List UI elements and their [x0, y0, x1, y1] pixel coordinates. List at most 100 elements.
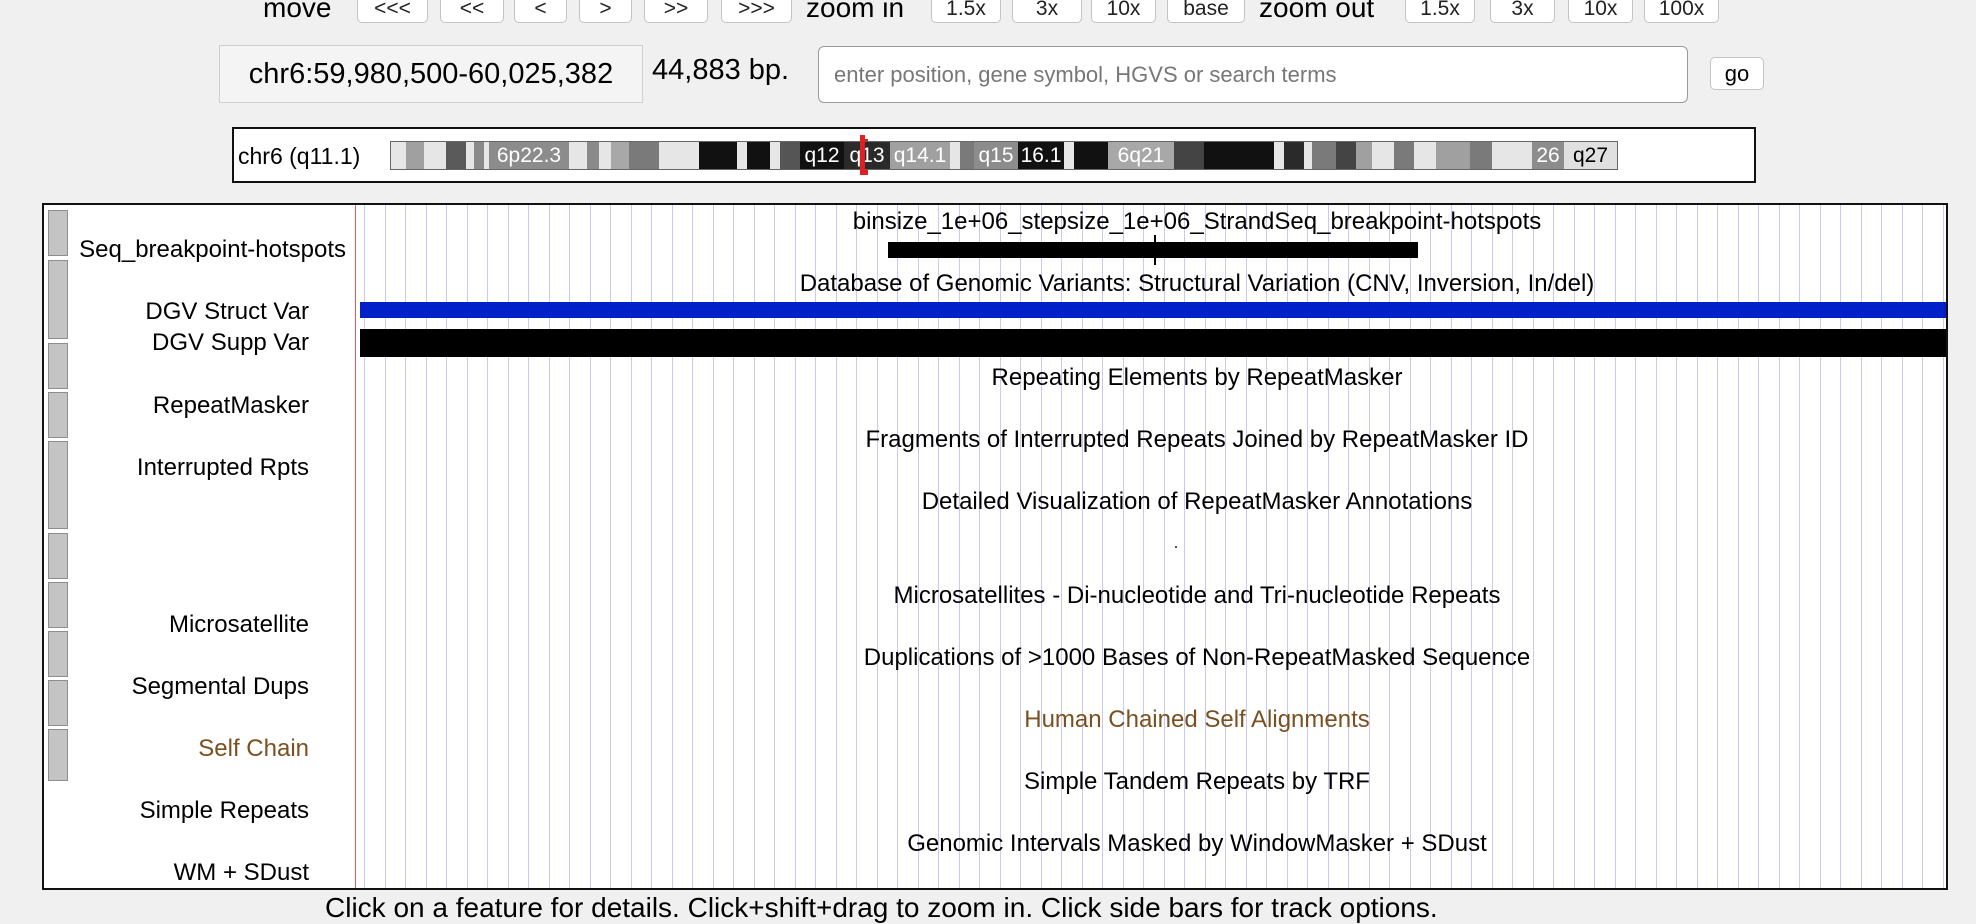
track-handle-repeatmasker[interactable] [48, 343, 68, 389]
move-far-left-button[interactable]: <<< [357, 0, 428, 23]
ideogram-band [1312, 141, 1336, 170]
centromere-marker [860, 135, 865, 175]
ideogram-band [587, 141, 599, 170]
rmviz-dot [1175, 546, 1177, 548]
move-label: move [263, 0, 332, 23]
track-title-segdups: Duplications of >1000 Bases of Non-Repea… [863, 644, 1531, 671]
zoom-out-1-5x-button[interactable]: 1.5x [1405, 0, 1475, 23]
ideogram-band [424, 141, 446, 170]
track-handle-segdups[interactable] [48, 582, 68, 628]
nav-bar: move <<< << < > >> >>> zoom in 1.5x 3x 1… [0, 0, 1976, 30]
strandseq-tick [1154, 235, 1156, 265]
ideogram-band-q12: q12 [800, 141, 844, 170]
ideogram-band [406, 141, 424, 170]
dgv-struct-feature[interactable] [360, 302, 1946, 318]
zoom-in-label: zoom in [806, 0, 905, 23]
track-panel[interactable]: binsize_1e+06_stepsize_1e+06_StrandSeq_b… [42, 203, 1948, 890]
track-label-segdups[interactable]: Segmental Dups [132, 673, 309, 701]
zoom-in-3x-button[interactable]: 3x [1012, 0, 1082, 23]
track-handle-rmviz[interactable] [48, 441, 68, 529]
ideogram-band [390, 141, 406, 170]
move-right-button[interactable]: >> [644, 0, 708, 23]
ideogram-label: chr6 (q11.1) [238, 143, 361, 169]
left-edge-line [355, 205, 356, 888]
ideogram-band [1274, 141, 1284, 170]
zoom-out-10x-button[interactable]: 10x [1568, 0, 1633, 23]
go-button[interactable]: go [1710, 57, 1764, 90]
track-label-wmsdust[interactable]: WM + SDust [174, 859, 309, 887]
zoom-in-1-5x-button[interactable]: 1.5x [931, 0, 1001, 23]
zoom-out-label: zoom out [1259, 0, 1375, 23]
region-size: 44,883 bp. [652, 54, 790, 86]
track-title-selfchain: Human Chained Self Alignments [1024, 706, 1370, 733]
move-left-small-button[interactable]: < [514, 0, 567, 23]
track-title-simplerepeats: Simple Tandem Repeats by TRF [1024, 768, 1370, 795]
track-label-repeatmasker[interactable]: RepeatMasker [153, 392, 309, 420]
chromosome-ideogram[interactable]: chr6 (q11.1) 6p22.3 q12 q13 q14.1 q15 16… [232, 127, 1756, 183]
ideogram-band-q14-1: q14.1 [890, 141, 950, 170]
ideogram-band [1394, 141, 1414, 170]
track-label-dgv-struct[interactable]: DGV Struct Var [145, 298, 309, 326]
ideogram-band [1436, 141, 1470, 170]
ideogram-band [1204, 141, 1274, 170]
ideogram-band [747, 141, 770, 170]
ideogram-band [569, 141, 587, 170]
ideogram-band [1470, 141, 1492, 170]
track-handle-simplerepeats[interactable] [48, 680, 68, 726]
ideogram-band [446, 141, 466, 170]
ideogram-band [960, 141, 974, 170]
track-handle-interrupted[interactable] [48, 392, 68, 438]
ideogram-band-16-1: 16.1 [1018, 141, 1064, 170]
move-far-right-button[interactable]: >>> [721, 0, 792, 23]
track-label-interrupted[interactable]: Interrupted Rpts [137, 454, 309, 482]
ideogram-band [1356, 141, 1372, 170]
position-display: chr6:59,980,500-60,025,382 [219, 45, 643, 103]
zoom-out-100x-button[interactable]: 100x [1644, 0, 1719, 23]
ideogram-band [950, 141, 960, 170]
track-handle-microsat[interactable] [48, 533, 68, 579]
track-label-microsat[interactable]: Microsatellite [169, 611, 309, 639]
track-title-interrupted: Fragments of Interrupted Repeats Joined … [865, 426, 1529, 453]
track-label-simplerepeats[interactable]: Simple Repeats [140, 797, 309, 825]
zoom-in-base-button[interactable]: base [1167, 0, 1245, 23]
zoom-in-10x-button[interactable]: 10x [1091, 0, 1156, 23]
ideogram-band [1064, 141, 1074, 170]
track-title-wmsdust: Genomic Intervals Masked by WindowMasker… [907, 830, 1487, 857]
strandseq-feature[interactable] [888, 242, 1418, 258]
ideogram-band [659, 141, 699, 170]
ideogram-band-6q21: 6q21 [1108, 141, 1174, 170]
move-left-button[interactable]: << [440, 0, 504, 23]
ideogram-band [699, 141, 737, 170]
ideogram-band [1074, 141, 1108, 170]
ideogram-band [466, 141, 474, 170]
track-title-rmviz: Detailed Visualization of RepeatMasker A… [921, 488, 1473, 515]
track-label-selfchain[interactable]: Self Chain [198, 735, 309, 763]
ideogram-band [770, 141, 780, 170]
footer-instructions: Click on a feature for details. Click+sh… [325, 892, 1438, 923]
track-handle-dgv[interactable] [48, 260, 68, 339]
dgv-supp-feature[interactable] [360, 329, 1946, 357]
move-right-small-button[interactable]: > [579, 0, 632, 23]
ideogram-band [780, 141, 800, 170]
track-label-strandseq[interactable]: Seq_breakpoint-hotspots [79, 236, 346, 264]
ideogram-band [1336, 141, 1356, 170]
ideogram-band [599, 141, 611, 170]
ideogram-band [1284, 141, 1304, 170]
track-handle-selfchain[interactable] [48, 631, 68, 677]
ideogram-band [1492, 141, 1532, 170]
search-input[interactable]: enter position, gene symbol, HGVS or sea… [818, 46, 1688, 103]
ideogram-band [737, 141, 747, 170]
track-title-microsat: Microsatellites - Di-nucleotide and Tri-… [893, 582, 1501, 609]
ideogram-band [1372, 141, 1394, 170]
track-handle-strandseq[interactable] [48, 210, 68, 256]
ideogram-band [629, 141, 659, 170]
track-title-dgv: Database of Genomic Variants: Structural… [799, 270, 1595, 297]
ideogram-band-q13: q13 [844, 141, 890, 170]
track-label-dgv-supp[interactable]: DGV Supp Var [152, 329, 309, 357]
ideogram-band [1174, 141, 1204, 170]
ideogram-band-q27: q27 [1564, 141, 1618, 170]
search-placeholder: enter position, gene symbol, HGVS or sea… [834, 61, 1337, 87]
track-handle-wmsdust[interactable] [48, 729, 68, 781]
ideogram-band [611, 141, 629, 170]
zoom-out-3x-button[interactable]: 3x [1490, 0, 1555, 23]
